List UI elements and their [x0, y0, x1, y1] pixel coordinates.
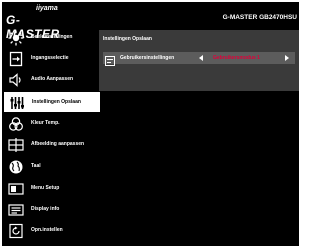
sidebar-item-afbeelding-aanpassen[interactable]: Afbeelding aanpassen	[4, 135, 100, 155]
sidebar-item-label: Ingangsselectie	[31, 55, 69, 61]
sidebar-item-kleur-temp[interactable]: Kleur Temp.	[4, 114, 100, 134]
arrow-right-icon[interactable]	[285, 55, 289, 61]
row-label: Gebruikersinstellingen	[120, 55, 175, 61]
sidebar-item-label: Taal	[31, 163, 41, 169]
speaker-icon	[8, 72, 24, 88]
osd-header: iiyama G-MASTER G-MASTER GB2470HSU	[2, 2, 299, 41]
osd-window: iiyama G-MASTER G-MASTER GB2470HSU Beeld…	[2, 2, 299, 246]
brand-small: iiyama	[36, 5, 58, 12]
color-temp-icon	[8, 116, 24, 132]
sidebar-item-instellingen-opslaan[interactable]: Instellingen Opslaan	[4, 92, 100, 112]
globe-icon	[8, 159, 24, 175]
arrow-left-icon[interactable]	[199, 55, 203, 61]
sidebar-item-label: Afbeelding aanpassen	[31, 141, 85, 147]
reset-icon	[8, 223, 24, 239]
sidebar-item-opn-instellen[interactable]: Opn.instellen	[4, 221, 100, 241]
sidebar-item-label: Menu Setup	[31, 185, 60, 191]
user-settings-row[interactable]: Gebruikersinstellingen Gebruikersmodus 1	[103, 52, 295, 66]
sidebar-item-label: Beeldinstellingen	[31, 34, 73, 40]
sidebar-item-beeldinstellingen[interactable]: Beeldinstellingen	[4, 28, 100, 48]
sidebar-item-taal[interactable]: Taal	[4, 157, 100, 177]
sidebar-item-ingangsselectie[interactable]: Ingangsselectie	[4, 49, 100, 69]
save-settings-icon	[9, 95, 25, 111]
image-adjust-icon	[8, 137, 24, 153]
display-info-icon	[8, 202, 24, 218]
content-panel: Instellingen Opslaan Gebruikersinstellin…	[99, 30, 299, 91]
sidebar-item-label: Audio Aanpassen	[31, 76, 74, 82]
brand-logo: iiyama G-MASTER	[4, 4, 66, 41]
sidebar-item-label: Display info	[31, 206, 60, 212]
sidebar-item-label: Opn.instellen	[31, 227, 63, 233]
row-value: Gebruikersmodus 1	[213, 55, 260, 61]
picture-settings-icon	[8, 30, 24, 46]
menu-setup-icon	[8, 181, 24, 197]
sidebar-item-audio-aanpassen[interactable]: Audio Aanpassen	[4, 70, 100, 90]
input-select-icon	[8, 51, 24, 67]
user-settings-icon	[105, 53, 115, 66]
model-name: G-MASTER GB2470HSU	[222, 14, 297, 21]
sidebar-item-label: Instellingen Opslaan	[32, 99, 81, 105]
sidebar-item-display-info[interactable]: Display info	[4, 200, 100, 220]
panel-title: Instellingen Opslaan	[103, 36, 152, 42]
sidebar-item-label: Kleur Temp.	[31, 120, 60, 126]
sidebar-item-menu-setup[interactable]: Menu Setup	[4, 179, 100, 199]
